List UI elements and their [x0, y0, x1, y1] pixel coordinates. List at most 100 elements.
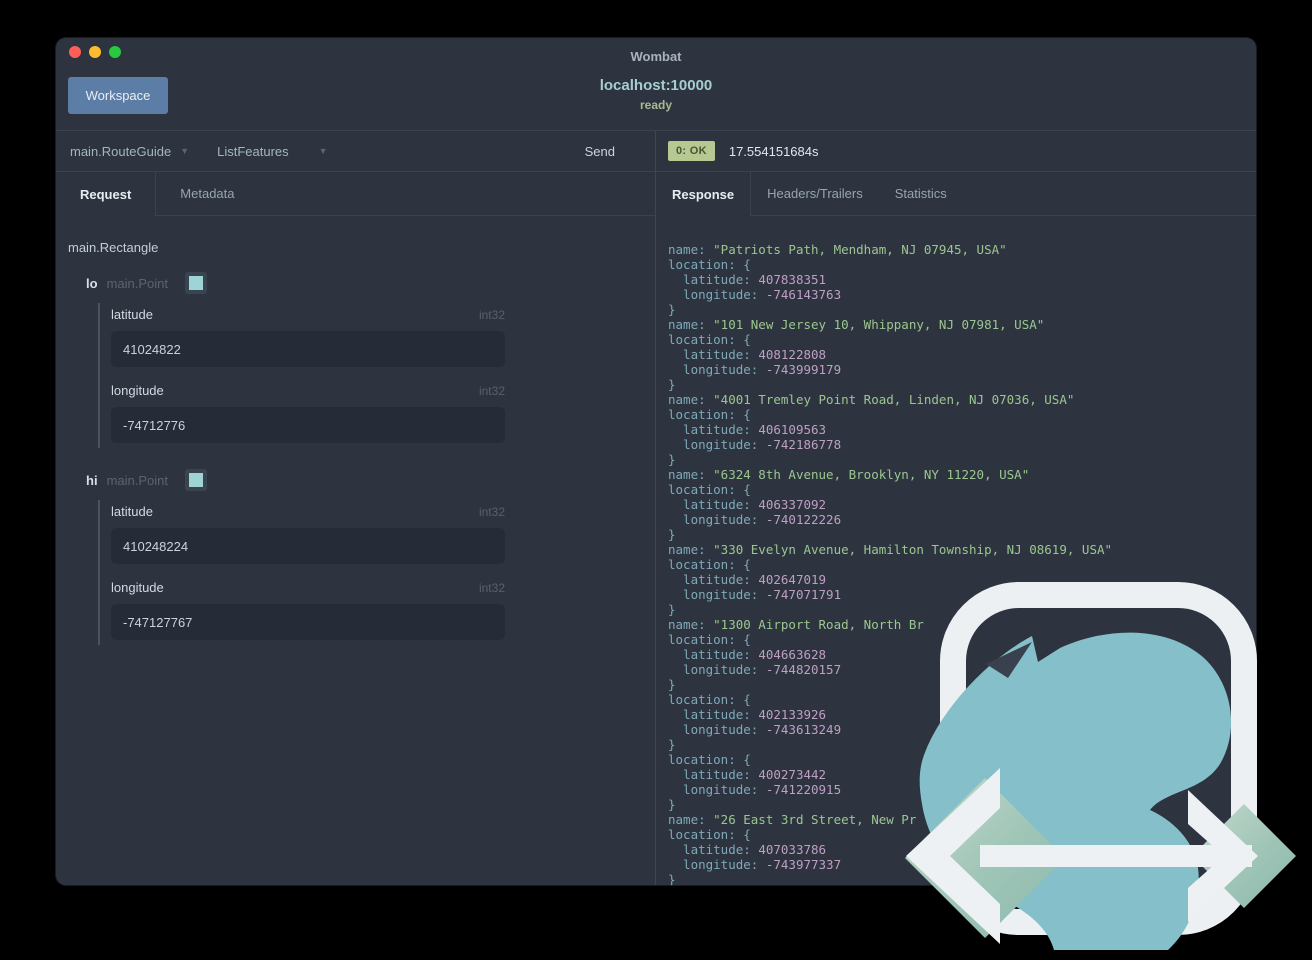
response-key: longitude: — [668, 437, 766, 452]
field-scalar-type: int32 — [478, 505, 505, 519]
chevron-down-icon[interactable]: ▼ — [319, 146, 328, 156]
input-lo-longitude[interactable] — [111, 407, 505, 443]
tab-metadata[interactable]: Metadata — [156, 172, 258, 215]
header: Workspace localhost:10000 ready — [56, 64, 1256, 130]
app-window: Wombat Workspace localhost:10000 ready m… — [56, 38, 1256, 885]
field-label-row: latitude int32 — [111, 504, 505, 519]
response-key: } — [668, 602, 676, 617]
response-panel: 0: OK 17.554151684s Response Headers/Trai… — [656, 131, 1256, 885]
response-key: name: — [668, 467, 714, 482]
response-key: longitude: — [668, 857, 766, 872]
checkbox-hi[interactable] — [184, 469, 207, 491]
response-key: } — [668, 452, 676, 467]
chevron-down-icon[interactable]: ▼ — [180, 146, 189, 156]
field-label-row: longitude int32 — [111, 580, 505, 595]
tab-headers-trailers[interactable]: Headers/Trailers — [751, 172, 879, 215]
field-label: longitude — [111, 580, 164, 595]
response-key: } — [668, 377, 676, 392]
response-key: } — [668, 872, 676, 885]
form-field: latitude int32 — [111, 307, 505, 367]
response-key: longitude: — [668, 512, 766, 527]
field-name: hi — [86, 472, 98, 488]
window-title: Wombat — [630, 49, 682, 64]
field-message-type: main.Point — [106, 275, 168, 291]
checkbox-checked-icon — [188, 276, 203, 290]
response-key: } — [668, 302, 676, 317]
titlebar: Wombat — [56, 38, 1256, 64]
close-window-button[interactable] — [69, 46, 81, 58]
response-key: longitude: — [668, 587, 766, 602]
tab-statistics[interactable]: Statistics — [879, 172, 963, 215]
field-group-lo: lo main.Point latitude int32 longitude int32 — [68, 272, 655, 448]
response-number: -740122226 — [765, 512, 842, 527]
response-key: } — [668, 527, 676, 542]
response-key: name: — [668, 317, 714, 332]
field-name: lo — [86, 275, 98, 291]
request-form: main.Rectangle lo main.Point latitude int32… — [56, 216, 655, 885]
response-number: -746143763 — [765, 287, 842, 302]
response-key: name: — [668, 242, 714, 257]
response-number: 408122808 — [758, 347, 827, 362]
response-key: location: { — [668, 632, 751, 647]
method-select[interactable]: ListFeatures — [217, 144, 289, 159]
response-string: "Patriots Path, Mendham, NJ 07945, USA" — [713, 242, 1007, 257]
response-number: 407033786 — [758, 842, 827, 857]
response-key: name: — [668, 542, 714, 557]
response-key: latitude: — [668, 842, 759, 857]
field-group-hi: hi main.Point latitude int32 longitude int32 — [68, 469, 655, 645]
response-bar: 0: OK 17.554151684s — [656, 131, 1256, 172]
response-number: 400273442 — [758, 767, 827, 782]
response-output: name: "Patriots Path, Mendham, NJ 07945,… — [668, 242, 1256, 885]
form-field: longitude int32 — [111, 383, 505, 443]
response-number: -741220915 — [765, 782, 842, 797]
input-lo-latitude[interactable] — [111, 331, 505, 367]
field-label: longitude — [111, 383, 164, 398]
checkbox-lo[interactable] — [184, 272, 207, 294]
status-badge: 0: OK — [668, 141, 715, 161]
response-string: "6324 8th Avenue, Brooklyn, NY 11220, US… — [713, 467, 1030, 482]
response-string: "1300 Airport Road, North Br — [713, 617, 924, 632]
response-key: longitude: — [668, 287, 766, 302]
request-panel: main.RouteGuide ▼ ListFeatures ▼ Send Re… — [56, 131, 656, 885]
request-bar: main.RouteGuide ▼ ListFeatures ▼ Send — [56, 131, 655, 172]
server-status: ready — [639, 98, 673, 112]
field-label-row: latitude int32 — [111, 307, 505, 322]
server-info: localhost:10000 ready — [56, 77, 1256, 112]
tab-response[interactable]: Response — [656, 172, 752, 216]
field-label: latitude — [111, 504, 153, 519]
form-field: latitude int32 — [111, 504, 505, 564]
field-group-head: hi main.Point — [86, 469, 655, 491]
response-key: longitude: — [668, 722, 766, 737]
response-key: location: { — [668, 407, 751, 422]
response-string: "4001 Tremley Point Road, Linden, NJ 070… — [713, 392, 1075, 407]
field-scalar-type: int32 — [478, 384, 505, 398]
duration-label: 17.554151684s — [728, 143, 819, 159]
response-key: latitude: — [668, 572, 759, 587]
response-key: name: — [668, 617, 714, 632]
response-number: -744820157 — [765, 662, 842, 677]
response-key: location: { — [668, 332, 751, 347]
response-key: location: { — [668, 827, 751, 842]
input-hi-longitude[interactable] — [111, 604, 505, 640]
response-number: 402647019 — [758, 572, 827, 587]
response-key: latitude: — [668, 347, 759, 362]
field-label: latitude — [111, 307, 153, 322]
response-key: location: { — [668, 257, 751, 272]
minimize-window-button[interactable] — [89, 46, 101, 58]
message-type-label: main.Rectangle — [68, 240, 159, 255]
field-message-type: main.Point — [106, 472, 168, 488]
response-key: location: { — [668, 752, 751, 767]
response-key: location: { — [668, 482, 751, 497]
response-number: -742186778 — [765, 437, 842, 452]
response-key: name: — [668, 392, 714, 407]
tab-request[interactable]: Request — [56, 172, 157, 216]
zoom-window-button[interactable] — [109, 46, 121, 58]
response-number: -743977337 — [765, 857, 842, 872]
response-number: -747071791 — [765, 587, 842, 602]
input-hi-latitude[interactable] — [111, 528, 505, 564]
response-key: } — [668, 737, 676, 752]
workspace-button[interactable]: Workspace — [68, 77, 168, 114]
server-address: localhost:10000 — [599, 77, 713, 94]
send-button[interactable]: Send — [579, 143, 621, 160]
service-select[interactable]: main.RouteGuide — [70, 144, 171, 159]
